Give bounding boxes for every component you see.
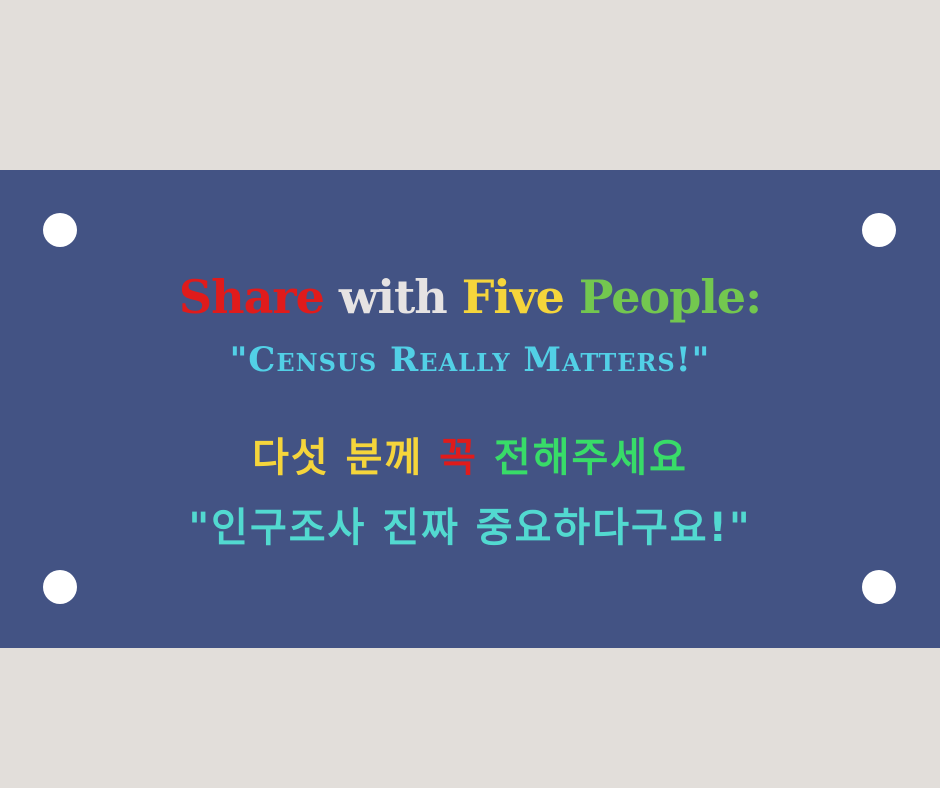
headline-word-people: People: xyxy=(578,270,762,324)
corner-hole-bottom-right xyxy=(862,570,896,604)
subheadline: "Census Really Matters!" xyxy=(229,340,711,380)
banner-panel: Share with Five People: "Census Really M… xyxy=(0,170,940,648)
headline-word-with: with xyxy=(338,270,448,324)
korean-part-please-share: 전해주세요 xyxy=(493,435,688,481)
korean-part-must: 꼭 xyxy=(439,435,478,481)
korean-subheadline: "인구조사 진짜 중요하다구요!" xyxy=(188,505,752,551)
headline-word-five: Five xyxy=(461,270,565,324)
headline: Share with Five People: xyxy=(0,270,940,324)
corner-hole-top-left xyxy=(43,213,77,247)
corner-hole-bottom-left xyxy=(43,570,77,604)
korean-part-five-people: 다섯 분께 xyxy=(252,435,424,481)
korean-headline: 다섯 분께 꼭 전해주세요 xyxy=(0,425,940,483)
headline-word-share: Share xyxy=(178,270,325,324)
corner-hole-top-right xyxy=(862,213,896,247)
